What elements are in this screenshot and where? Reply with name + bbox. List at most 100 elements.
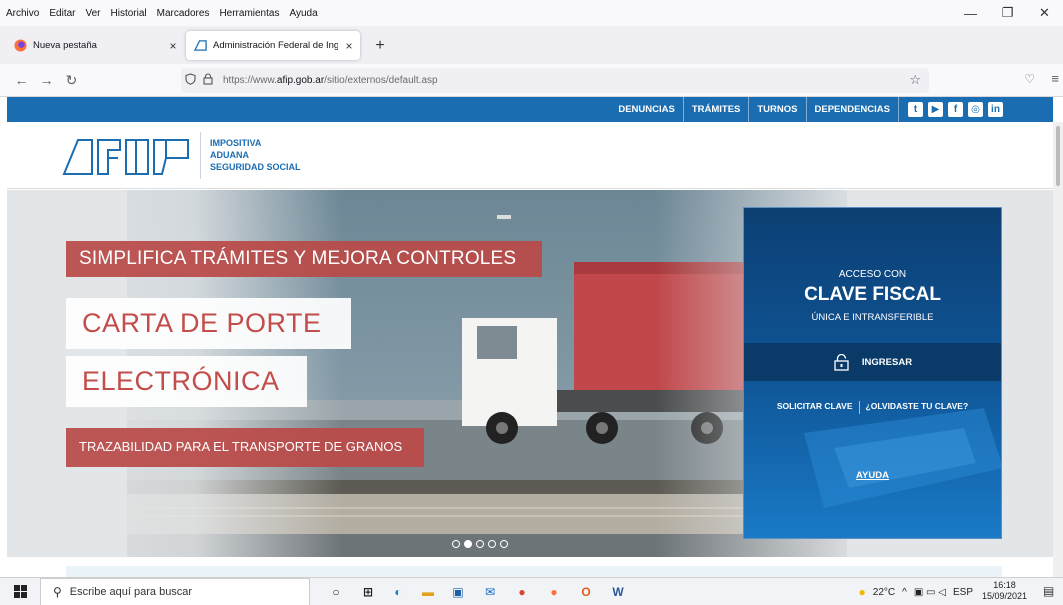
language-indicator[interactable]: ESP xyxy=(953,587,973,598)
menu-bar: Archivo Editar Ver Historial Marcadores … xyxy=(0,0,1063,26)
carousel-dot[interactable] xyxy=(476,540,484,548)
clave-links: SOLICITAR CLAVE ¿OLVIDASTE TU CLAVE? xyxy=(744,401,1001,414)
tab-title: Administración Federal de Ingre xyxy=(213,40,338,51)
temperature[interactable]: 22°C xyxy=(873,587,895,598)
weather-icon[interactable]: ● xyxy=(859,585,866,599)
tray-chevron-icon[interactable]: ^ xyxy=(902,587,907,598)
clave-fiscal-panel: ACCESO CON CLAVE FISCAL ÚNICA E INTRANSF… xyxy=(743,207,1002,539)
system-tray: ● 22°C ^ ▣ ▭ ◁ ESP xyxy=(859,578,973,605)
nav-tramites[interactable]: TRÁMITES xyxy=(682,97,749,122)
facebook-icon[interactable]: f xyxy=(948,102,963,117)
window-controls: — ❐ ✕ xyxy=(952,0,1063,26)
link-separator xyxy=(858,401,860,414)
bookmark-star-icon[interactable]: ☆ xyxy=(909,72,921,88)
carousel-dot[interactable] xyxy=(452,540,460,548)
menu-editar[interactable]: Editar xyxy=(44,8,80,19)
afip-logo[interactable] xyxy=(62,136,190,176)
file-explorer-icon[interactable]: ▬ xyxy=(418,582,438,602)
clock-time: 16:18 xyxy=(993,580,1016,590)
firefox-taskbar-icon[interactable]: ● xyxy=(544,582,564,602)
unica-label: ÚNICA E INTRANSFERIBLE xyxy=(811,312,934,323)
olvidaste-clave-link[interactable]: ¿OLVIDASTE TU CLAVE? xyxy=(866,401,969,414)
scrollbar-thumb[interactable] xyxy=(1056,126,1060,186)
mail-icon[interactable]: ✉ xyxy=(480,582,500,602)
cortana-icon[interactable]: ○ xyxy=(326,582,346,602)
tab-close-icon[interactable]: × xyxy=(338,39,360,53)
ingresar-button[interactable]: INGRESAR xyxy=(744,343,1001,381)
nav-turnos[interactable]: TURNOS xyxy=(748,97,805,122)
app-menu-icon[interactable]: ≡ xyxy=(1051,71,1059,86)
navigation-bar: ← → ↻ https://www.afip.gob.ar/sitio/exte… xyxy=(0,64,1063,97)
tab-strip: Nueva pestaña × Administración Federal d… xyxy=(0,26,1063,64)
instagram-icon[interactable]: ◎ xyxy=(968,102,983,117)
page-scrollbar[interactable] xyxy=(1053,122,1063,577)
hero-tag-simplifica: SIMPLIFICA TRÁMITES Y MEJORA CONTROLES xyxy=(66,241,542,277)
forward-button[interactable]: → xyxy=(34,68,59,93)
store-icon[interactable]: ▣ xyxy=(448,582,468,602)
clock[interactable]: 16:18 15/09/2021 xyxy=(982,580,1027,602)
close-window-button[interactable]: ✕ xyxy=(1026,0,1063,26)
lock-icon xyxy=(834,353,849,371)
solicitar-clave-link[interactable]: SOLICITAR CLAVE xyxy=(777,401,853,414)
tab-title: Nueva pestaña xyxy=(33,40,97,51)
twitter-icon[interactable]: t xyxy=(908,102,923,117)
menu-herramientas[interactable]: Herramientas xyxy=(214,8,284,19)
start-button[interactable] xyxy=(0,578,40,605)
word-icon[interactable]: W xyxy=(608,582,628,602)
menu-ayuda[interactable]: Ayuda xyxy=(284,8,322,19)
logo-tagline: IMPOSITIVA ADUANA SEGURIDAD SOCIAL xyxy=(210,137,301,173)
reload-button[interactable]: ↻ xyxy=(59,68,84,93)
logo-divider xyxy=(200,132,201,179)
maximize-button[interactable]: ❐ xyxy=(989,0,1026,26)
carousel-dot-active[interactable] xyxy=(464,540,472,548)
site-nav: DENUNCIAS TRÁMITES TURNOS DEPENDENCIAS t… xyxy=(610,97,1003,122)
new-tab-button[interactable]: + xyxy=(368,34,392,58)
tray-icons[interactable]: ▣ ▭ ◁ xyxy=(914,587,946,598)
back-button[interactable]: ← xyxy=(9,68,34,93)
tab-close-icon[interactable]: × xyxy=(162,39,184,53)
youtube-icon[interactable]: ▶ xyxy=(928,102,943,117)
site-top-bar: DENUNCIAS TRÁMITES TURNOS DEPENDENCIAS t… xyxy=(7,97,1053,122)
nav-dependencias[interactable]: DEPENDENCIAS xyxy=(805,97,899,122)
menu-marcadores[interactable]: Marcadores xyxy=(152,8,215,19)
carousel-dot[interactable] xyxy=(488,540,496,548)
afip-favicon-icon xyxy=(194,40,207,51)
minimize-button[interactable]: — xyxy=(952,0,989,26)
hero-banner[interactable]: SIMPLIFICA TRÁMITES Y MEJORA CONTROLES C… xyxy=(7,190,1053,557)
shield-icon[interactable] xyxy=(181,73,199,88)
clave-fiscal-title: CLAVE FISCAL xyxy=(804,284,941,305)
tab-nueva-pestana[interactable]: Nueva pestaña × xyxy=(4,31,184,60)
tab-afip[interactable]: Administración Federal de Ingre × xyxy=(186,31,360,60)
hero-tag-trazabilidad: TRAZABILIDAD PARA EL TRANSPORTE DE GRANO… xyxy=(66,428,424,467)
task-view-icon[interactable]: ⊞ xyxy=(358,582,378,602)
taskbar-search[interactable]: ⚲ Escribe aquí para buscar xyxy=(40,578,310,605)
clock-date: 15/09/2021 xyxy=(981,591,1027,601)
linkedin-icon[interactable]: in xyxy=(988,102,1003,117)
pocket-icon[interactable]: ♡ xyxy=(1024,72,1035,86)
ayuda-link[interactable]: AYUDA xyxy=(744,470,1001,481)
nav-denuncias[interactable]: DENUNCIAS xyxy=(610,97,682,122)
url-text[interactable]: https://www.afip.gob.ar/sitio/externos/d… xyxy=(223,75,438,86)
notifications-icon[interactable]: ▤ xyxy=(1043,584,1059,600)
ingresar-label: INGRESAR xyxy=(861,356,913,368)
content-strip xyxy=(66,566,1002,577)
site-header: IMPOSITIVA ADUANA SEGURIDAD SOCIAL xyxy=(7,122,1053,189)
logo-word-seguridad-social: SEGURIDAD SOCIAL xyxy=(210,162,301,172)
outlook-icon[interactable]: O xyxy=(576,582,596,602)
carousel-dot[interactable] xyxy=(500,540,508,548)
taskbar: ⚲ Escribe aquí para buscar ○ ⊞ ◐ ▬ ▣ ✉ ●… xyxy=(0,577,1063,605)
url-bar[interactable]: https://www.afip.gob.ar/sitio/externos/d… xyxy=(181,68,929,93)
menu-historial[interactable]: Historial xyxy=(106,8,152,19)
logo-word-aduana: ADUANA xyxy=(210,150,249,160)
chrome-icon[interactable]: ● xyxy=(512,582,532,602)
menu-ver[interactable]: Ver xyxy=(80,8,105,19)
menu-archivo[interactable]: Archivo xyxy=(0,8,44,19)
social-links: t ▶ f ◎ in xyxy=(898,97,1003,122)
windows-icon xyxy=(13,585,27,598)
edge-icon[interactable]: ◐ xyxy=(388,582,408,602)
hero-title-electronica: ELECTRÓNICA xyxy=(66,356,307,407)
carousel-dots xyxy=(452,540,508,548)
search-placeholder: Escribe aquí para buscar xyxy=(69,586,193,598)
lock-icon[interactable] xyxy=(199,73,217,88)
search-icon: ⚲ xyxy=(53,585,62,599)
